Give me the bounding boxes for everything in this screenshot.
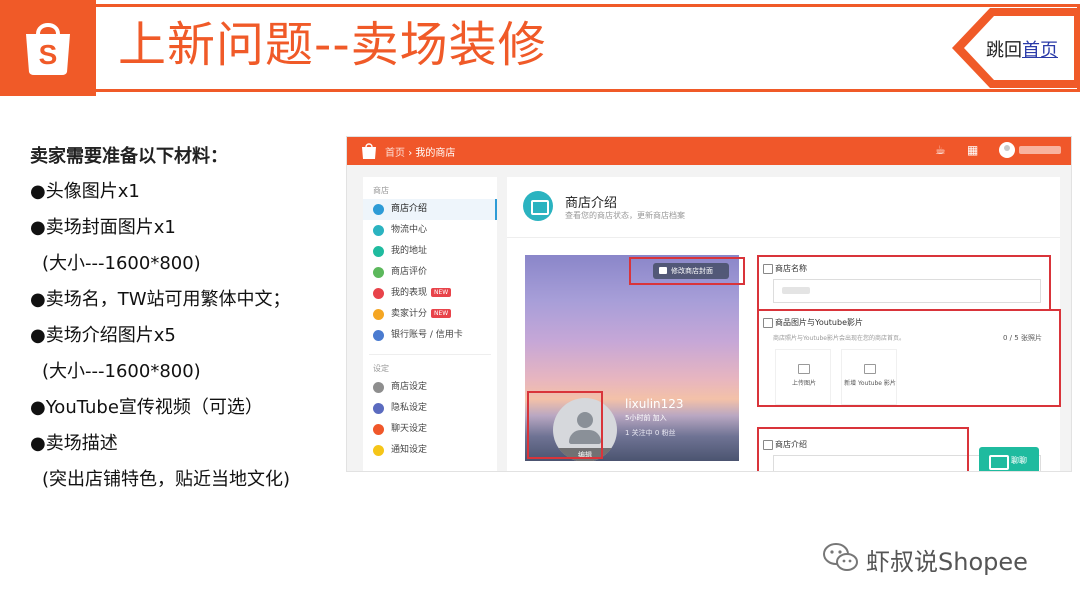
sidebar-item-bank-account[interactable]: 银行账号 / 信用卡 [363,325,497,346]
breadcrumb: 首页 › 我的商店 [385,144,455,159]
sidebar-item-label: 商店介绍 [391,204,428,214]
material-note: (突出店铺特色，贴近当地文化) [42,469,291,490]
gear-icon [373,382,384,393]
score-icon [373,309,384,320]
sidebar-item-label: 聊天设定 [391,424,428,434]
apps-grid-icon[interactable]: ▦ [967,143,978,157]
sidebar-item-label: 商店评价 [391,267,428,277]
sidebar-item-shop-profile[interactable]: 商店介绍 [363,199,497,220]
star-icon [373,267,384,278]
chat-button[interactable]: 聊聊 [979,447,1039,471]
sidebar-item-label: 银行账号 / 信用卡 [391,330,463,340]
sidebar-item-label: 商店设定 [391,382,428,392]
sidebar-section-settings: 设定 [373,364,389,373]
watermark-text: 虾叔说Shopee [866,548,1028,576]
page-title: 上新问题--卖场装修 [118,17,547,73]
shop-icon [373,204,384,215]
jump-home-arrow[interactable]: 跳回首页 [950,6,1080,90]
material-item: ●头像图片x1 [30,181,140,202]
seller-sidebar: 商店 商店介绍 物流中心 我的地址 商店评价 我的表现 NEW 卖家计分 NEW 银… [363,177,497,471]
logo-letter: S [39,39,58,70]
lock-icon [373,403,384,414]
panel-title: 商店介绍 [565,196,618,211]
chart-icon [373,288,384,299]
sidebar-item-label: 隐私设定 [391,403,428,413]
sidebar-item-chat-settings[interactable]: 聊天设定 [363,419,497,440]
sidebar-item-shop-settings[interactable]: 商店设定 [363,377,497,398]
bell-icon[interactable]: ☕ [935,143,946,157]
sidebar-item-notifications[interactable]: 通知设定 [363,440,497,461]
sidebar-section-shop: 商店 [373,186,389,195]
breadcrumb-home[interactable]: 首页 [385,148,405,159]
highlight-media [757,309,1061,407]
sidebar-item-label: 我的表现 [391,288,428,298]
shopee-mini-logo-icon[interactable] [361,142,377,160]
bank-card-icon [373,330,384,341]
highlight-shop-intro [757,427,969,471]
highlight-avatar [527,391,603,459]
jump-prefix: 跳回 [986,40,1022,61]
sidebar-item-label: 卖家计分 [391,309,428,319]
shop-name-text: lixulin123 [625,397,684,411]
sidebar-item-label: 我的地址 [391,246,428,256]
chat-icon [373,424,384,435]
home-link[interactable]: 首页 [1022,40,1058,61]
follow-stats: 1 关注中 0 粉丝 [625,429,676,437]
breadcrumb-separator: › [408,148,413,159]
sidebar-item-address[interactable]: 我的地址 [363,241,497,262]
wechat-watermark: 虾叔说Shopee [822,540,1052,576]
material-item: ●YouTube宣传视频（可选） [30,397,263,418]
shopee-logo-block: S [0,0,96,96]
sidebar-item-logistics[interactable]: 物流中心 [363,220,497,241]
shopee-bag-icon: S [26,23,70,75]
joined-text: 5小时前 加入 [625,414,667,422]
wechat-icon [823,543,858,571]
highlight-cover-button [629,257,745,285]
sidebar-item-label: 通知设定 [391,445,428,455]
panel-subtitle: 查看您的商店状态，更新商店档案 [565,211,685,220]
shop-profile-icon [523,191,553,221]
material-item: ●卖场描述 [30,433,118,454]
jump-label: 跳回首页 [986,36,1058,62]
bell-icon [373,445,384,456]
material-item: ●卖场名，TW站可用繁体中文； [30,289,291,310]
sidebar-item-privacy[interactable]: 隐私设定 [363,398,497,419]
truck-icon [373,225,384,236]
breadcrumb-current: 我的商店 [415,148,456,159]
material-note: (大小---1600*800) [42,361,201,382]
panel-divider [507,237,1060,238]
seller-topbar: 首页 › 我的商店 ☕ ▦ [347,137,1071,165]
sidebar-item-ratings[interactable]: 商店评价 [363,262,497,283]
user-avatar-icon[interactable] [999,142,1015,158]
sidebar-item-seller-score[interactable]: 卖家计分 NEW [363,304,497,325]
new-badge: NEW [431,309,452,318]
material-item: ●卖场封面图片x1 [30,217,176,238]
highlight-shop-name [757,255,1051,311]
location-icon [373,246,384,257]
seller-centre-screenshot: 首页 › 我的商店 ☕ ▦ 商店 商店介绍 物流中心 我的地址 商店评价 我的表… [346,136,1072,472]
sidebar-item-performance[interactable]: 我的表现 NEW [363,283,497,304]
material-note: (大小---1600*800) [42,253,201,274]
material-item: ●卖场介绍图片x5 [30,325,176,346]
materials-heading: 卖家需要准备以下材料： [30,146,228,167]
new-badge: NEW [431,288,452,297]
sidebar-item-label: 物流中心 [391,225,428,235]
materials-list: 卖家需要准备以下材料： ●头像图片x1 ●卖场封面图片x1 (大小---1600… [30,140,340,498]
username-blurred[interactable] [1019,146,1061,154]
